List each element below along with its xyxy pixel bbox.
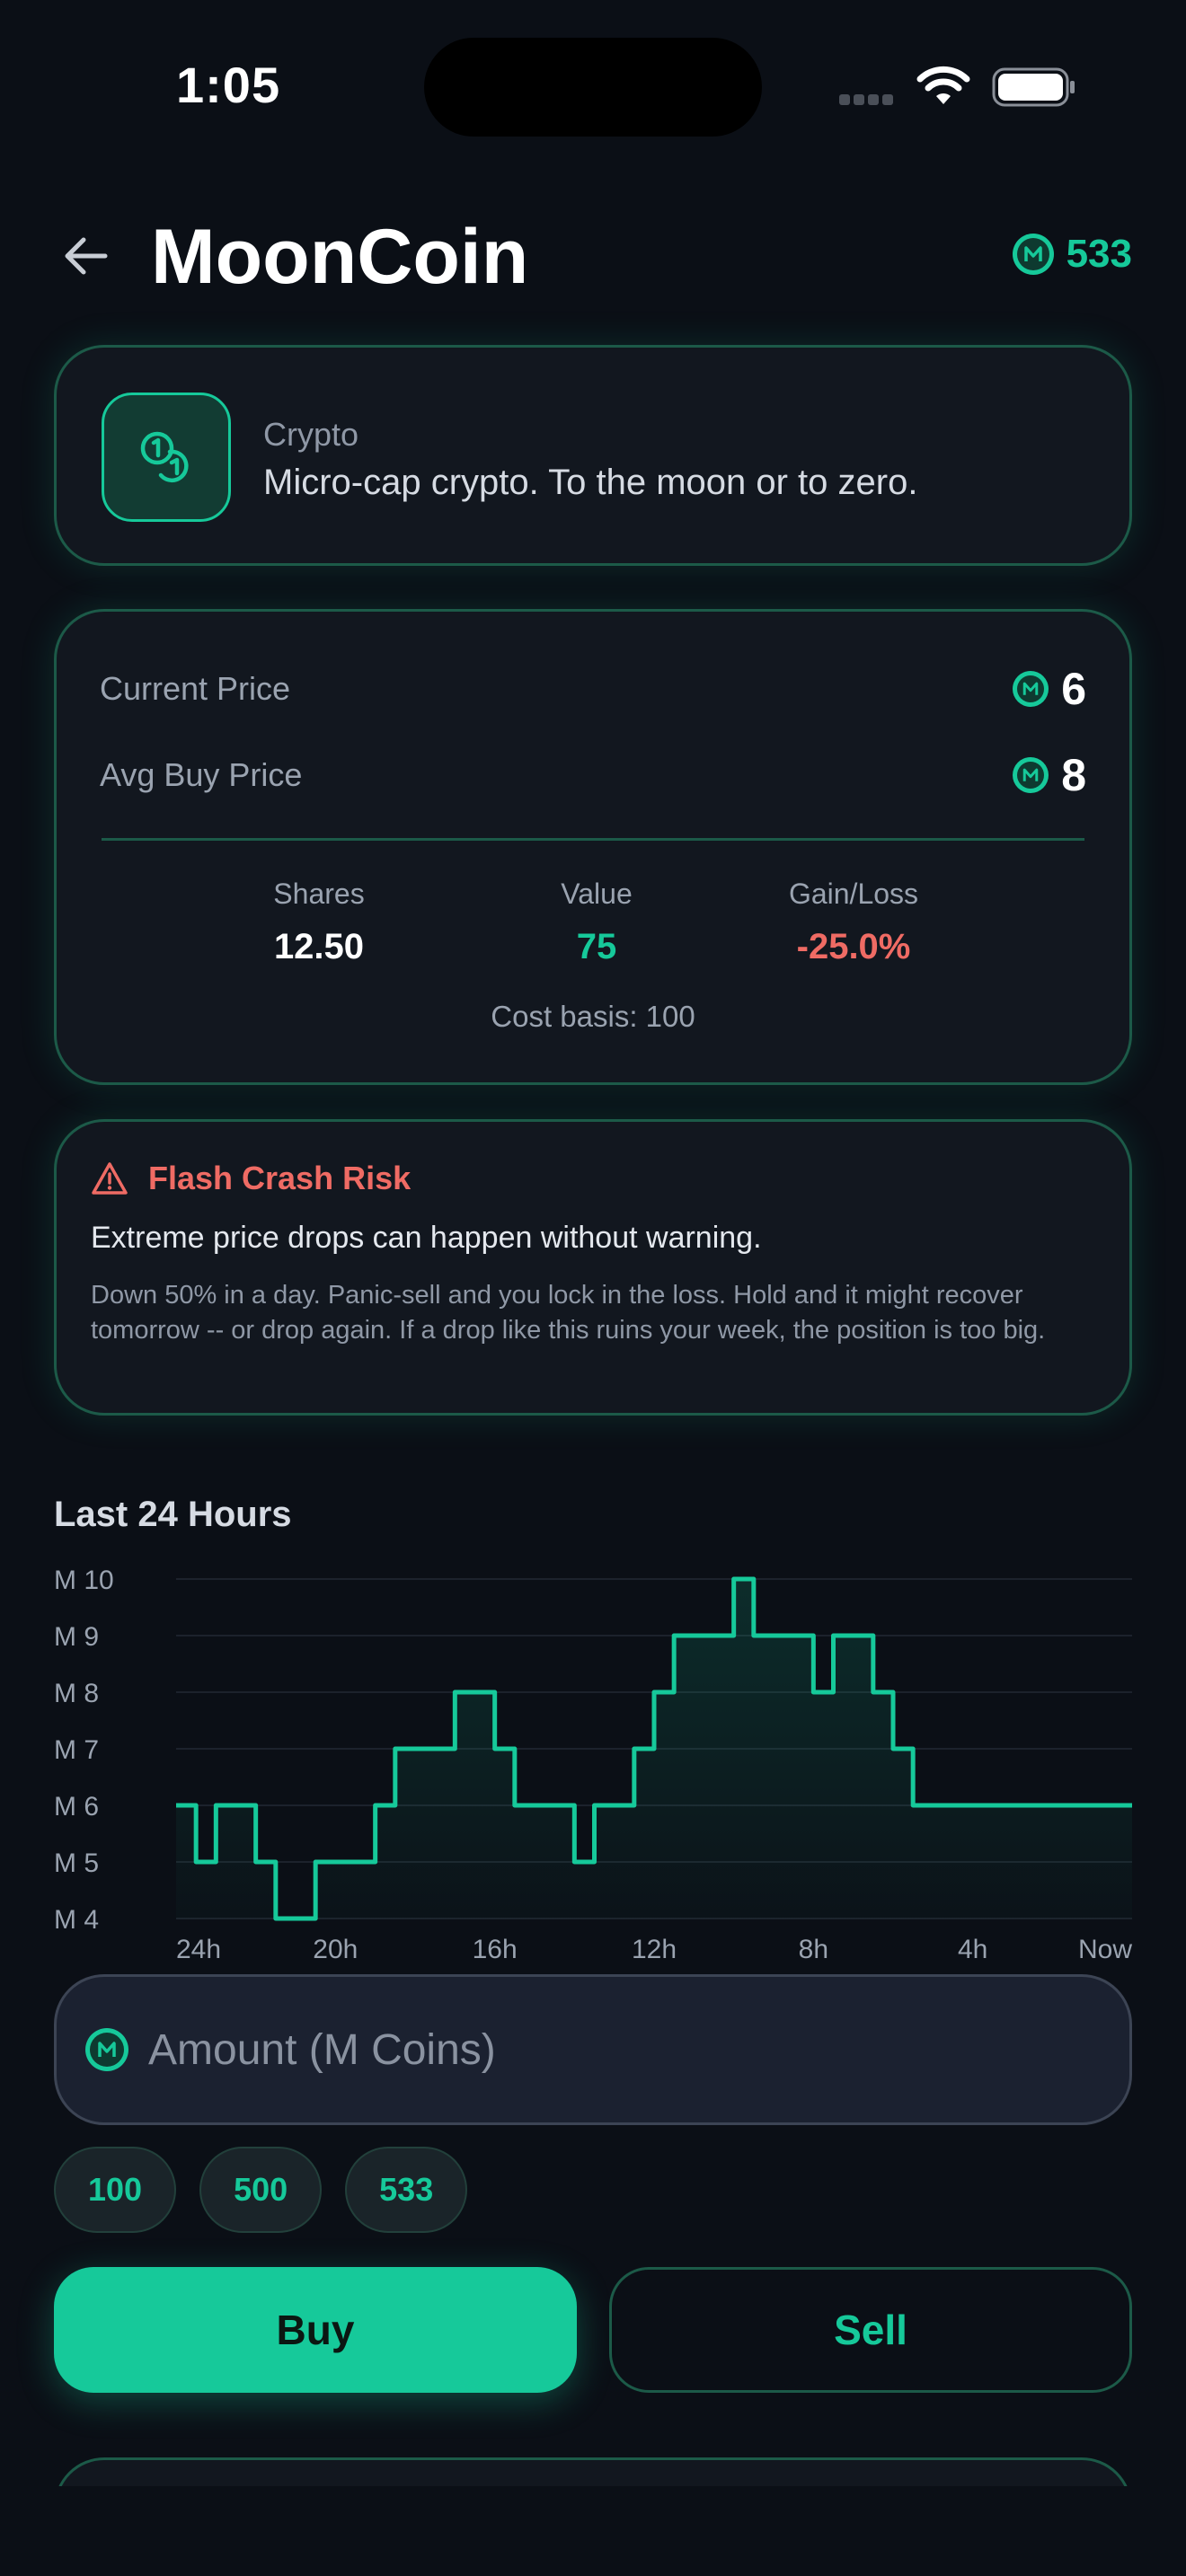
buy-button[interactable]: Buy bbox=[54, 2267, 577, 2393]
value-stat: Value 75 bbox=[480, 878, 713, 967]
chart-x-tick-label: 4h bbox=[958, 1935, 987, 1964]
chart-y-tick-label: M 6 bbox=[54, 1792, 99, 1822]
dynamic-island bbox=[424, 38, 762, 137]
m-coin-icon bbox=[1013, 671, 1049, 707]
m-coin-icon bbox=[1013, 757, 1049, 793]
chip-100[interactable]: 100 bbox=[54, 2147, 177, 2233]
shares-stat: Shares 12.50 bbox=[202, 878, 436, 967]
current-price-row: Current Price 6 bbox=[100, 662, 1086, 716]
chart-y-tick-label: M 7 bbox=[54, 1735, 99, 1765]
cost-basis: Cost basis: 100 bbox=[491, 1000, 695, 1033]
chart-x-tick-label: 24h bbox=[176, 1935, 221, 1964]
category-card: Crypto Micro-cap crypto. To the moon or … bbox=[54, 345, 1132, 566]
balance-value: 533 bbox=[1066, 232, 1132, 276]
warning-body: Down 50% in a day. Panic-sell and you lo… bbox=[91, 1281, 1046, 1345]
warning-lead: Extreme price drops can happen without w… bbox=[91, 1221, 762, 1255]
chart-x-tick-label: 20h bbox=[313, 1935, 358, 1964]
chart-y-tick-label: M 8 bbox=[54, 1679, 99, 1708]
m-coin-icon bbox=[85, 2028, 128, 2071]
gain-loss-label: Gain/Loss bbox=[788, 878, 919, 910]
quick-amount-chips: 100 500 533 bbox=[54, 2147, 468, 2233]
arrow-left-icon bbox=[65, 237, 108, 275]
divider bbox=[102, 838, 1084, 841]
chip-533[interactable]: 533 bbox=[345, 2147, 468, 2233]
chart-y-tick-label: M 10 bbox=[54, 1566, 114, 1595]
avg-price-value: 8 bbox=[1061, 750, 1086, 800]
back-button[interactable] bbox=[56, 226, 115, 286]
risk-warning-card: Flash Crash Risk Extreme price drops can… bbox=[54, 1119, 1132, 1416]
shares-label: Shares bbox=[273, 878, 365, 910]
warning-title: Flash Crash Risk bbox=[148, 1160, 412, 1196]
coins-icon bbox=[102, 393, 231, 522]
sell-button[interactable]: Sell bbox=[609, 2267, 1132, 2393]
value-label: Value bbox=[561, 878, 633, 910]
current-price-label: Current Price bbox=[100, 670, 291, 707]
value-value: 75 bbox=[576, 927, 617, 966]
chart-y-tick-label: M 4 bbox=[54, 1905, 99, 1935]
page-title: MoonCoin bbox=[151, 214, 529, 300]
price-chart: M 10 M 9 M 8 M 7 M 6 M 5 M 4 24h 20h 16h 12h 8h 4h N… bbox=[54, 1566, 1132, 1964]
chart-y-tick-label: M 9 bbox=[54, 1622, 99, 1652]
shares-value: 12.50 bbox=[273, 927, 365, 966]
status-time: 1:05 bbox=[176, 57, 281, 113]
amount-input[interactable] bbox=[148, 2025, 1129, 2075]
chart-x-tick-label: 16h bbox=[473, 1935, 518, 1964]
cellular-signal-icon bbox=[839, 93, 902, 106]
avg-price-row: Avg Buy Price 8 bbox=[100, 748, 1086, 802]
coin-balance: 533 bbox=[1012, 232, 1132, 277]
position-card: Current Price 6 Avg Buy Price 8 Shares 1… bbox=[54, 609, 1132, 1085]
amount-field[interactable] bbox=[54, 1974, 1132, 2125]
category-description: Micro-cap crypto. To the moon or to zero… bbox=[263, 463, 918, 502]
chart-title: Last 24 Hours bbox=[54, 1495, 292, 1534]
m-coin-icon bbox=[1012, 234, 1054, 275]
gain-loss-stat: Gain/Loss -25.0% bbox=[737, 878, 970, 967]
gain-loss-value: -25.0% bbox=[796, 927, 911, 966]
current-price-value: 6 bbox=[1061, 664, 1086, 714]
chip-500[interactable]: 500 bbox=[199, 2147, 323, 2233]
category-label: Crypto bbox=[263, 416, 359, 453]
status-bar: 1:05 bbox=[0, 0, 1186, 171]
wifi-icon bbox=[916, 66, 970, 104]
chart-y-tick-label: M 5 bbox=[54, 1848, 99, 1878]
chart-x-tick-label: 8h bbox=[799, 1935, 828, 1964]
battery-icon bbox=[992, 67, 1075, 107]
avg-price-label: Avg Buy Price bbox=[100, 756, 303, 793]
chart-x-tick-label: Now bbox=[1078, 1935, 1132, 1964]
warning-triangle-icon bbox=[92, 1162, 128, 1195]
chart-x-tick-label: 12h bbox=[632, 1935, 677, 1964]
